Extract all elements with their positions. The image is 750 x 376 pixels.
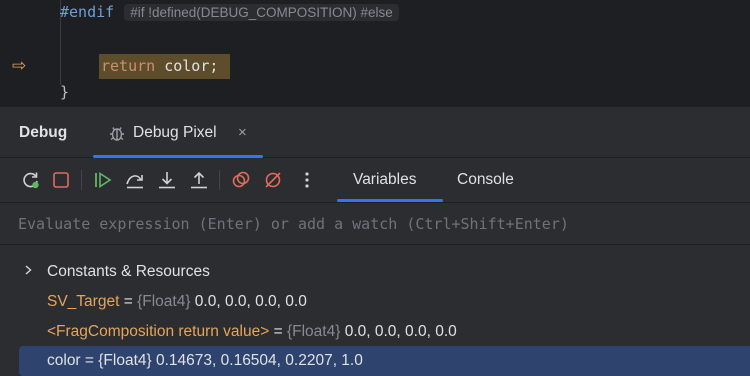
view-breakpoints-icon[interactable] — [231, 170, 251, 190]
variable-name: <FragComposition return value> — [47, 323, 270, 340]
indent-guide — [60, 40, 61, 85]
step-over-icon[interactable] — [125, 170, 145, 190]
endif-directive: #endif — [60, 3, 115, 21]
code-line-return: return color; — [101, 57, 218, 75]
code-editor[interactable]: #endif #if !defined(DEBUG_COMPOSITION) #e… — [0, 0, 750, 107]
debug-tool-window: Debug Debug Pixel × Variables Console Ev… — [0, 107, 750, 376]
return-keyword: return — [101, 57, 156, 75]
variable-row-color[interactable]: color = {Float4} 0.14673, 0.16504, 0.220… — [19, 346, 750, 376]
variable-row-sv-target[interactable]: SV_Target = {Float4} 0.0, 0.0, 0.0, 0.0 — [0, 287, 750, 317]
toolbar-divider — [219, 170, 220, 190]
execution-point-arrow-icon: ⇨ — [12, 56, 27, 75]
rerun-icon[interactable] — [21, 170, 41, 190]
variable-value: 0.0, 0.0, 0.0, 0.0 — [190, 293, 307, 310]
tab-console[interactable]: Console — [457, 171, 514, 189]
tree-node-label: Constants & Resources — [47, 263, 210, 280]
stop-icon[interactable] — [51, 170, 71, 190]
tab-label: Debug Pixel — [133, 124, 217, 141]
variables-tree: Constants & Resources SV_Target = {Float… — [0, 245, 750, 376]
return-expression: color; — [155, 57, 219, 75]
step-out-icon[interactable] — [189, 170, 209, 190]
debug-toolbar: Variables Console — [0, 158, 750, 203]
step-into-icon[interactable] — [157, 170, 177, 190]
evaluate-bar — [0, 203, 750, 245]
inlay-hint: #if !defined(DEBUG_COMPOSITION) #else — [124, 4, 399, 21]
resume-icon[interactable] — [93, 170, 113, 190]
variable-text: color = {Float4} 0.14673, 0.16504, 0.220… — [47, 352, 363, 369]
code-line-endif: #endif #if !defined(DEBUG_COMPOSITION) #e… — [60, 3, 399, 21]
tree-node-constants-resources[interactable]: Constants & Resources — [0, 257, 750, 287]
chevron-right-icon[interactable] — [22, 263, 34, 280]
mute-breakpoints-icon[interactable] — [263, 170, 283, 190]
toolbar-divider — [81, 170, 82, 190]
variable-type: {Float4} — [137, 293, 191, 310]
active-tab-indicator — [337, 199, 443, 202]
variable-value: 0.0, 0.0, 0.0, 0.0 — [340, 323, 457, 340]
evaluate-expression-input[interactable] — [0, 203, 750, 244]
panel-title: Debug — [19, 124, 68, 141]
closing-brace: } — [60, 83, 70, 101]
tab-debug-pixel[interactable]: Debug Pixel × — [93, 107, 263, 158]
variable-row-frag-return[interactable]: <FragComposition return value> = {Float4… — [0, 317, 750, 347]
equals-sign: = — [269, 323, 287, 340]
variable-type: {Float4} — [286, 323, 341, 340]
variable-name: SV_Target — [47, 293, 120, 310]
more-icon[interactable] — [297, 170, 317, 190]
close-icon[interactable]: × — [238, 124, 247, 141]
debug-header: Debug Debug Pixel × — [0, 107, 750, 158]
equals-sign: = — [119, 293, 138, 310]
bug-icon — [107, 123, 127, 148]
tab-variables[interactable]: Variables — [353, 171, 416, 189]
